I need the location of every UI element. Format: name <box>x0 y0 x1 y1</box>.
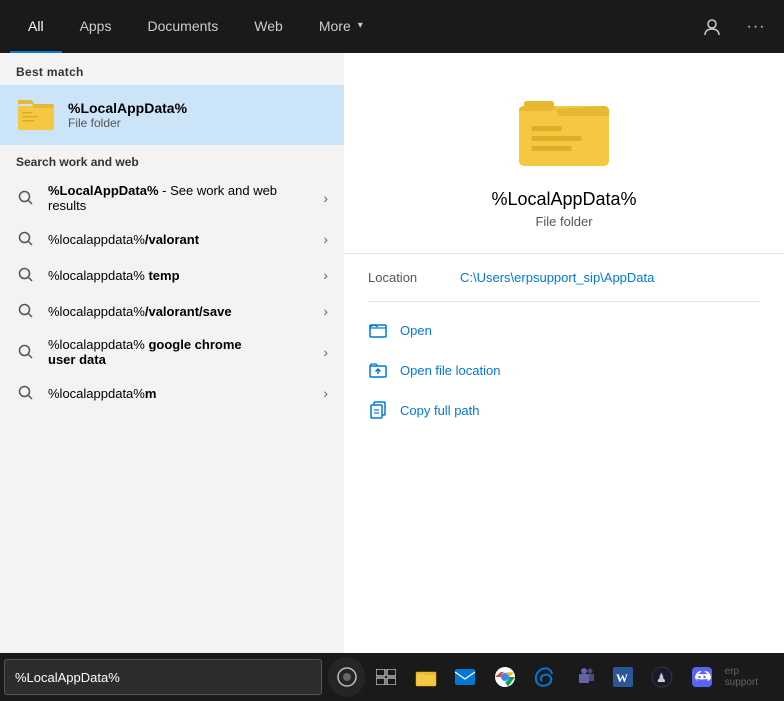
left-panel: Best match %LocalAppData% File folder Se… <box>0 53 344 653</box>
taskbar-search-text: %LocalAppData% <box>15 670 311 685</box>
search-item-text: %localappdata% temp <box>48 268 311 283</box>
search-icon <box>16 301 36 321</box>
chevron-right-icon: › <box>323 267 328 283</box>
search-item-text: %localappdata%/valorant/save <box>48 304 311 319</box>
outlook-button[interactable] <box>446 657 483 697</box>
search-item-text: %LocalAppData% - See work and web result… <box>48 183 311 213</box>
nav-icons: ··· <box>694 9 774 45</box>
result-subtitle: File folder <box>535 214 592 229</box>
chrome-button[interactable] <box>486 657 523 697</box>
list-item[interactable]: %LocalAppData% - See work and web result… <box>0 175 344 221</box>
open-file-location-action[interactable]: Open file location <box>344 350 784 390</box>
explorer-button[interactable] <box>407 657 444 697</box>
search-item-text: %localappdata% google chrome user data <box>48 337 311 367</box>
top-navigation: All Apps Documents Web More ▾ ··· <box>0 0 784 53</box>
tab-web[interactable]: Web <box>236 0 301 53</box>
list-item[interactable]: %localappdata%/valorant › <box>0 221 344 257</box>
steam-button[interactable]: ♟ <box>644 657 681 697</box>
best-match-header: Best match <box>0 53 344 85</box>
search-icon <box>16 229 36 249</box>
list-item[interactable]: %localappdata% google chrome user data › <box>0 329 344 375</box>
tab-all[interactable]: All <box>10 0 62 53</box>
word-button[interactable]: W <box>604 657 641 697</box>
system-tray: erp support <box>725 666 780 688</box>
chevron-right-icon: › <box>323 344 328 360</box>
open-icon <box>368 320 388 340</box>
best-match-type: File folder <box>68 116 187 130</box>
chevron-right-icon: › <box>323 385 328 401</box>
open-action[interactable]: Open <box>344 310 784 350</box>
folder-icon <box>16 95 56 135</box>
chevron-right-icon: › <box>323 190 328 206</box>
copy-full-path-icon <box>368 400 388 420</box>
tab-more[interactable]: More ▾ <box>301 0 381 53</box>
svg-text:W: W <box>616 671 628 685</box>
search-icon <box>16 188 36 208</box>
result-location: Location C:\Users\erpsupport_sip\AppData <box>344 270 784 301</box>
open-file-location-icon <box>368 360 388 380</box>
tab-apps[interactable]: Apps <box>62 0 130 53</box>
more-options-icon[interactable]: ··· <box>738 9 774 45</box>
best-match-item[interactable]: %LocalAppData% File folder <box>0 85 344 145</box>
taskbar-search-box[interactable]: %LocalAppData% <box>4 659 322 695</box>
open-label: Open <box>400 323 432 338</box>
list-item[interactable]: %localappdata%/valorant/save › <box>0 293 344 329</box>
best-match-name: %LocalAppData% <box>68 100 187 116</box>
list-item[interactable]: %localappdata% temp › <box>0 257 344 293</box>
search-icon <box>16 342 36 362</box>
search-item-text: %localappdata%/valorant <box>48 232 311 247</box>
copy-full-path-label: Copy full path <box>400 403 480 418</box>
task-view-button[interactable] <box>367 657 404 697</box>
discord-button[interactable] <box>683 657 720 697</box>
list-item[interactable]: %localappdata%m › <box>0 375 344 411</box>
chevron-right-icon: › <box>323 231 328 247</box>
best-match-text: %LocalAppData% File folder <box>68 100 187 130</box>
result-title: %LocalAppData% <box>491 189 636 210</box>
open-file-location-label: Open file location <box>400 363 500 378</box>
result-divider <box>344 253 784 254</box>
location-label: Location <box>368 270 448 285</box>
location-value[interactable]: C:\Users\erpsupport_sip\AppData <box>460 270 654 285</box>
edge-button[interactable] <box>525 657 562 697</box>
search-item-text: %localappdata%m <box>48 386 311 401</box>
right-panel: %LocalAppData% File folder Location C:\U… <box>344 53 784 653</box>
user-icon[interactable] <box>694 9 730 45</box>
main-content: Best match %LocalAppData% File folder Se… <box>0 53 784 653</box>
search-icon <box>16 383 36 403</box>
chevron-right-icon: › <box>323 303 328 319</box>
copy-full-path-action[interactable]: Copy full path <box>344 390 784 430</box>
result-folder-icon <box>519 83 609 173</box>
cortana-button[interactable] <box>328 657 365 697</box>
tab-documents[interactable]: Documents <box>129 0 236 53</box>
result-divider2 <box>368 301 760 302</box>
search-icon <box>16 265 36 285</box>
chevron-down-icon: ▾ <box>358 20 363 31</box>
taskbar: %LocalAppData% <box>0 653 784 701</box>
svg-text:♟: ♟ <box>656 671 667 685</box>
teams-button[interactable] <box>565 657 602 697</box>
search-web-header: Search work and web <box>0 145 344 175</box>
